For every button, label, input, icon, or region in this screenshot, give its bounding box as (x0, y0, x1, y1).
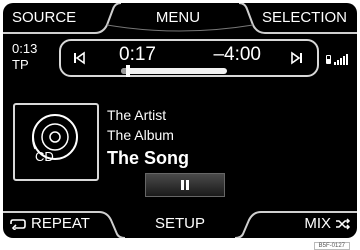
pause-button[interactable] (145, 173, 225, 197)
total-elapsed-time: 0:13 (12, 41, 38, 56)
infotainment-screen: SOURCE MENU SELECTION 0:13 TP 0:17 –4:00 (3, 3, 357, 238)
media-type-label: CD (35, 149, 54, 164)
phone-icon (326, 55, 331, 64)
mix-label: MIX (304, 215, 331, 232)
current-time: 0:17 (119, 44, 156, 65)
remaining-time: –4:00 (213, 44, 261, 65)
playback-progress-panel: 0:17 –4:00 (59, 39, 319, 77)
signal-strength-icon (326, 54, 348, 65)
album-name: The Album (107, 127, 174, 143)
menu-button[interactable]: MENU (113, 3, 243, 33)
skip-forward-icon (291, 51, 302, 65)
previous-track-button[interactable] (65, 47, 93, 69)
source-button[interactable]: SOURCE (3, 3, 116, 33)
repeat-icon (10, 219, 26, 230)
skip-back-icon (74, 51, 85, 65)
album-art: CD (13, 103, 99, 181)
setup-button[interactable]: SETUP (113, 210, 247, 238)
cd-icon (32, 114, 78, 160)
mix-button[interactable]: MIX (247, 210, 357, 238)
repeat-button[interactable]: REPEAT (3, 210, 119, 238)
next-track-button[interactable] (283, 47, 311, 69)
repeat-label: REPEAT (31, 215, 90, 232)
progress-knob[interactable] (126, 65, 131, 77)
image-reference-code: B5F-0127 (313, 242, 350, 250)
pause-icon (181, 180, 189, 190)
shuffle-icon (336, 218, 351, 230)
progress-bar[interactable] (121, 65, 227, 77)
song-title: The Song (107, 148, 189, 168)
traffic-program-indicator: TP (12, 57, 29, 72)
selection-button[interactable]: SELECTION (251, 3, 357, 33)
artist-name: The Artist (107, 107, 167, 123)
